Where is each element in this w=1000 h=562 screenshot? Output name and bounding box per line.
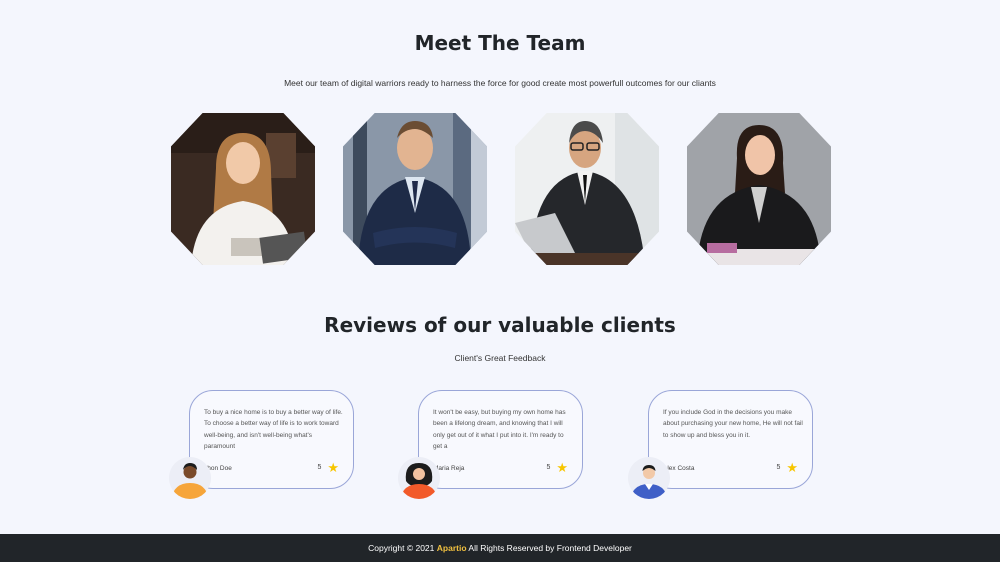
footer: Copyright © 2021 Apartio All Rights Rese… (0, 534, 1000, 562)
team-subtitle: Meet our team of digital warriors ready … (284, 78, 716, 88)
rating-value: 5 (546, 464, 551, 471)
star-icon: ★ (786, 460, 798, 475)
review-text: It won't be easy, but buying my own home… (433, 409, 566, 450)
team-title: Meet The Team (414, 31, 586, 55)
review-card: It won't be easy, but buying my own home… (418, 390, 583, 489)
footer-rights: All Rights Reserved by Frontend Develope… (468, 543, 632, 553)
team-member-photo (171, 113, 315, 265)
team-member-photo (687, 113, 831, 265)
rating-value: 5 (776, 464, 781, 471)
team-member-photo (515, 113, 659, 265)
review-rating: 5 ★ (776, 461, 798, 474)
reviews-subtitle: Client's Great Feedback (454, 353, 546, 363)
team-member-photo (343, 113, 487, 265)
star-icon: ★ (327, 460, 339, 475)
avatar (169, 457, 211, 499)
reviews-title: Reviews of our valuable clients (324, 313, 676, 337)
review-card: To buy a nice home is to buy a better wa… (189, 390, 354, 489)
avatar (628, 457, 670, 499)
review-text: To buy a nice home is to buy a better wa… (204, 409, 343, 450)
review-card: If you include God in the decisions you … (648, 390, 813, 489)
review-text: If you include God in the decisions you … (663, 409, 803, 439)
avatar (398, 457, 440, 499)
star-icon: ★ (556, 460, 568, 475)
team-photos (171, 113, 831, 265)
review-rating: 5 ★ (546, 461, 568, 474)
footer-brand[interactable]: Apartio (437, 543, 467, 553)
review-rating: 5 ★ (317, 461, 339, 474)
footer-copyright: Copyright © 2021 (368, 543, 435, 553)
rating-value: 5 (317, 464, 322, 471)
